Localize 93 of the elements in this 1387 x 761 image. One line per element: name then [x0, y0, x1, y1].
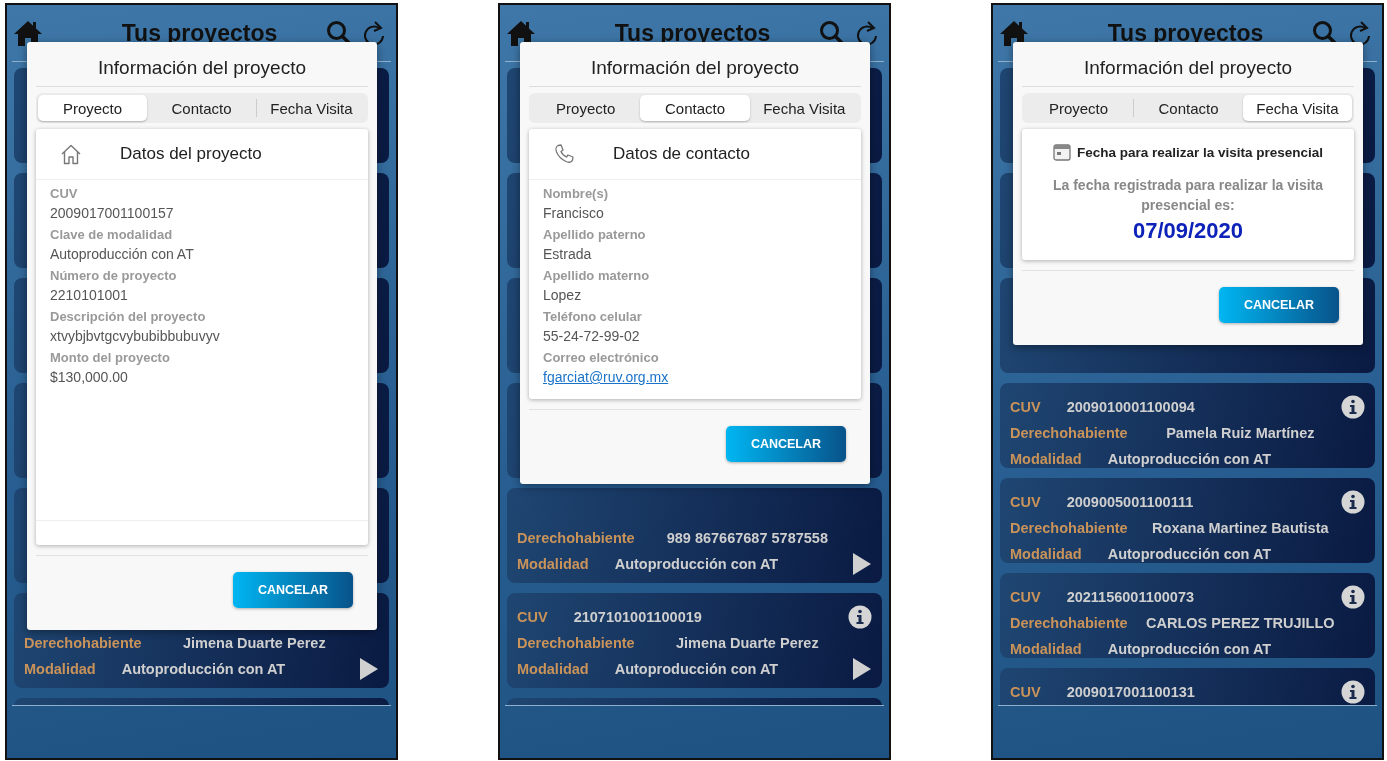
field-label: Teléfono celular — [543, 309, 642, 324]
section-heading: Datos del proyecto — [120, 144, 262, 164]
field-label: CUV — [1010, 493, 1041, 510]
screen-title: Tus proyectos — [120, 19, 279, 47]
section-heading: Datos de contacto — [613, 144, 751, 164]
home-icon[interactable] — [506, 19, 536, 47]
field-label: Modalidad — [1010, 640, 1082, 657]
field-label: Derechohabiente — [517, 529, 635, 546]
field-label: Monto del proyecto — [50, 350, 170, 365]
email-link[interactable]: fgarciat@ruv.org.mx — [543, 369, 669, 385]
field-value: Autoproducción con AT — [1107, 450, 1272, 467]
field-value: 2021156001100073 — [1066, 588, 1195, 605]
cancel-button[interactable]: CANCELAR — [1219, 286, 1339, 323]
field-value: CARLOS PEREZ TRUJILLO — [1145, 614, 1336, 631]
calendar-icon — [1052, 143, 1071, 161]
field-label: Descripción del proyecto — [50, 309, 206, 324]
info-icon[interactable] — [848, 604, 872, 629]
info-icon[interactable] — [1341, 679, 1365, 704]
play-icon[interactable] — [359, 656, 379, 681]
home-icon[interactable] — [13, 19, 43, 47]
field-label: CUV — [1010, 683, 1041, 700]
field-value: 2210101001 — [50, 287, 128, 303]
field-value: Autoproducción con AT — [614, 660, 779, 677]
field-label: Modalidad — [1010, 450, 1082, 467]
field-value: Autoproducción con AT — [1107, 640, 1272, 657]
field-label: Derechohabiente — [517, 634, 635, 651]
field-value: 989 867667687 5787558 — [665, 529, 829, 546]
field-label: Modalidad — [517, 555, 589, 572]
tab[interactable]: Fecha Visita — [256, 99, 366, 117]
field-value: Pamela Ruiz Martínez — [1165, 424, 1316, 441]
field-value: Francisco — [543, 205, 604, 221]
field-label: Correo electrónico — [543, 350, 659, 365]
info-icon[interactable] — [1341, 394, 1365, 419]
field-value: Autoproducción con AT — [121, 660, 286, 677]
tab[interactable]: Proyecto — [38, 95, 147, 121]
tab[interactable]: Fecha Visita — [1243, 95, 1352, 121]
dialog-title: Información del proyecto — [529, 52, 861, 87]
field-label: CUV — [517, 608, 548, 625]
field-value: xtvybjbvtgcvybubibbubuvyv — [50, 328, 220, 344]
field-label: Apellido materno — [543, 268, 650, 283]
play-icon[interactable] — [852, 551, 872, 576]
house-icon — [60, 143, 82, 165]
refresh-icon[interactable] — [855, 19, 879, 47]
cancel-button[interactable]: CANCELAR — [233, 572, 353, 608]
info-icon[interactable] — [1341, 489, 1365, 514]
field-value: Estrada — [543, 246, 592, 262]
field-value: 2009005001100111 — [1066, 493, 1194, 510]
tab[interactable]: Contacto — [640, 95, 750, 121]
screen-title: Tus proyectos — [613, 19, 772, 47]
field-label: Derechohabiente — [24, 634, 142, 651]
field-label: Modalidad — [24, 660, 96, 677]
dialog-title: Información del proyecto — [36, 52, 368, 87]
field-value: 2009010001100094 — [1066, 398, 1195, 415]
field-label: Derechohabiente — [1010, 519, 1128, 536]
field-label: Nombre(s) — [543, 186, 608, 201]
visit-date: 07/09/2020 — [1132, 217, 1244, 244]
screen-title: Tus proyectos — [1106, 19, 1265, 47]
field-value: Jimena Duarte Perez — [675, 634, 820, 651]
field-value: 2009017001100157 — [50, 205, 174, 221]
field-label: CUV — [1010, 588, 1041, 605]
field-label: Número de proyecto — [50, 268, 177, 283]
refresh-icon[interactable] — [362, 19, 386, 47]
field-value: 2009017001100131 — [1066, 683, 1195, 700]
field-value: Autoproducción con AT — [1107, 545, 1272, 562]
field-label: Clave de modalidad — [50, 227, 173, 242]
field-label: Modalidad — [517, 660, 589, 677]
field-value: Lopez — [543, 287, 582, 303]
refresh-icon[interactable] — [1348, 19, 1372, 47]
phone-icon — [553, 143, 575, 165]
field-label: Modalidad — [1010, 545, 1082, 562]
info-icon[interactable] — [1341, 584, 1365, 609]
field-value: Autoproducción con AT — [50, 246, 194, 262]
field-label: Apellido paterno — [543, 227, 646, 242]
play-icon[interactable] — [852, 656, 872, 681]
home-icon[interactable] — [999, 19, 1029, 47]
field-value: $130,000.00 — [50, 369, 128, 385]
section-heading: Fecha para realizar la visita presencial — [1076, 144, 1324, 160]
field-label: Derechohabiente — [1010, 424, 1128, 441]
tab[interactable]: Proyecto — [531, 95, 641, 121]
field-value: 2107101001100019 — [573, 608, 702, 625]
field-value: Jimena Duarte Perez — [182, 634, 327, 651]
field-value: 55-24-72-99-02 — [543, 328, 640, 344]
tab[interactable]: Fecha Visita — [749, 95, 859, 121]
field-value: Autoproducción con AT — [614, 555, 779, 572]
field-label: CUV — [1010, 398, 1041, 415]
tab[interactable]: Contacto — [147, 95, 256, 121]
field-label: Derechohabiente — [1010, 614, 1128, 631]
tab[interactable]: Proyecto — [1024, 95, 1133, 121]
visit-message: La fecha registrada para realizar la visita presencial es: — [1052, 176, 1324, 216]
field-value: Roxana Martinez Bautista — [1151, 519, 1330, 536]
cancel-button[interactable]: CANCELAR — [726, 426, 846, 462]
dialog-title: Información del proyecto — [1022, 52, 1354, 87]
field-label: CUV — [50, 186, 78, 201]
